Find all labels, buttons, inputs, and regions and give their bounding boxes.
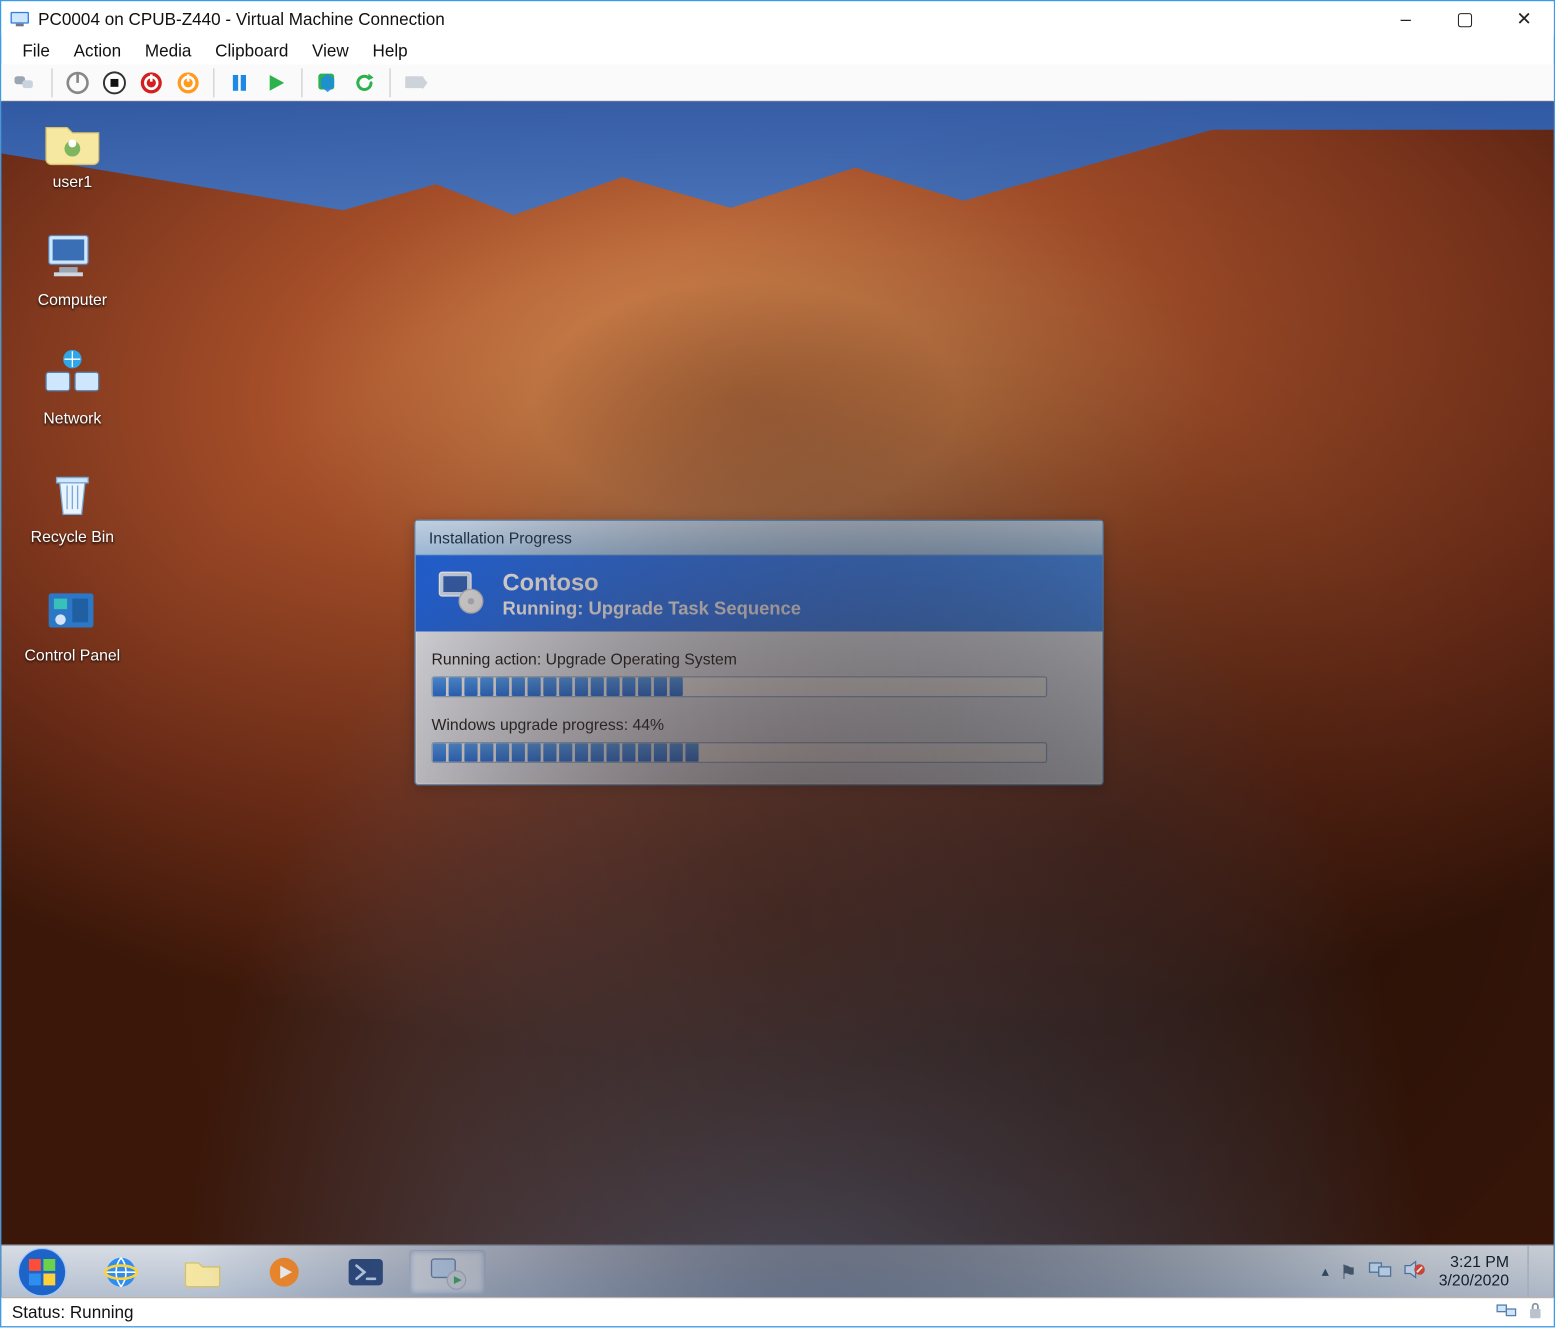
menu-file[interactable]: File <box>12 39 61 61</box>
dialog-banner: Contoso Running: Upgrade Task Sequence <box>416 555 1103 631</box>
desktop-icon-label: Recycle Bin <box>31 528 114 546</box>
tray-actioncenter-icon[interactable]: ⚑ <box>1339 1260 1357 1284</box>
checkpoint-icon[interactable] <box>310 66 344 98</box>
share-icon[interactable] <box>399 66 433 98</box>
toolbar <box>1 64 1553 101</box>
taskbar-explorer[interactable] <box>164 1249 240 1294</box>
controlpanel-icon <box>41 583 104 641</box>
power-icon[interactable] <box>171 66 205 98</box>
statusbar-lock-icon <box>1527 1301 1543 1323</box>
pause-icon[interactable] <box>222 66 256 98</box>
tray-up-icon[interactable]: ▴ <box>1322 1263 1329 1280</box>
installation-progress-dialog: Installation Progress Contoso Running: U… <box>414 520 1103 786</box>
action-progress-bar <box>432 676 1048 697</box>
tray-network-icon[interactable] <box>1368 1259 1392 1284</box>
revert-icon[interactable] <box>347 66 381 98</box>
banner-sub: Running: Upgrade Task Sequence <box>503 597 801 618</box>
desktop-icon-computer[interactable]: Computer <box>17 228 128 310</box>
desktop-icon-recyclebin[interactable]: Recycle Bin <box>17 464 128 546</box>
statusbar: Status: Running <box>1 1297 1553 1326</box>
taskbar-tasksequence[interactable] <box>409 1249 485 1294</box>
desktop-icon-network[interactable]: Network <box>17 346 128 428</box>
minimize-button[interactable]: – <box>1376 1 1435 35</box>
window-title: PC0004 on CPUB-Z440 - Virtual Machine Co… <box>38 9 445 29</box>
desktop-icon-user1[interactable]: user1 <box>17 109 128 191</box>
turnoff-icon[interactable] <box>61 66 95 98</box>
tray-icons: ▴ ⚑ <box>1322 1259 1426 1284</box>
ctrl-alt-del-icon[interactable] <box>9 66 43 98</box>
app-icon <box>9 8 30 29</box>
taskbar-clock[interactable]: 3:21 PM 3/20/2020 <box>1439 1253 1509 1289</box>
taskbar: ▴ ⚑ 3:21 PM 3/20/2020 <box>1 1245 1553 1298</box>
guest-desktop[interactable]: user1 Computer Network Recycle Bin <box>1 101 1553 1297</box>
folder-user-icon <box>41 109 104 167</box>
titlebar: PC0004 on CPUB-Z440 - Virtual Machine Co… <box>1 1 1553 35</box>
banner-title: Contoso <box>503 569 801 597</box>
menu-help[interactable]: Help <box>362 39 418 61</box>
desktop-icons: user1 Computer Network Recycle Bin <box>17 109 128 664</box>
desktop-icon-controlpanel[interactable]: Control Panel <box>17 583 128 665</box>
taskbar-date: 3/20/2020 <box>1439 1272 1509 1290</box>
upgrade-label: Windows upgrade progress: 44% <box>432 716 1087 734</box>
computer-cd-icon <box>434 564 487 623</box>
desktop-icon-label: Network <box>43 409 101 427</box>
taskbar-mediaplayer[interactable] <box>246 1249 322 1294</box>
desktop-icon-label: user1 <box>53 172 93 190</box>
shutdown-icon[interactable] <box>97 66 131 98</box>
statusbar-nic-icon <box>1496 1301 1517 1323</box>
network-icon <box>41 346 104 404</box>
vm-window: PC0004 on CPUB-Z440 - Virtual Machine Co… <box>0 0 1555 1327</box>
menu-clipboard[interactable]: Clipboard <box>205 39 299 61</box>
menubar: File Action Media Clipboard View Help <box>1 36 1553 65</box>
taskbar-time: 3:21 PM <box>1439 1253 1509 1271</box>
computer-icon <box>41 228 104 286</box>
upgrade-progress-bar <box>432 742 1048 763</box>
start-icon[interactable] <box>259 66 293 98</box>
reset-icon[interactable] <box>134 66 168 98</box>
taskbar-powershell[interactable] <box>328 1249 404 1294</box>
statusbar-text: Status: Running <box>12 1302 134 1322</box>
desktop-icon-label: Computer <box>38 291 107 309</box>
menu-media[interactable]: Media <box>134 39 202 61</box>
close-button[interactable]: ✕ <box>1495 1 1554 35</box>
desktop-icon-label: Control Panel <box>25 646 121 664</box>
menu-view[interactable]: View <box>301 39 359 61</box>
show-desktop-button[interactable] <box>1527 1245 1540 1297</box>
taskbar-ie[interactable] <box>83 1249 159 1294</box>
action-label: Running action: Upgrade Operating System <box>432 650 1087 668</box>
start-button[interactable] <box>7 1245 78 1297</box>
dialog-title[interactable]: Installation Progress <box>416 521 1103 555</box>
tray-volume-muted-icon[interactable] <box>1402 1259 1426 1284</box>
menu-action[interactable]: Action <box>63 39 132 61</box>
maximize-button[interactable]: ▢ <box>1435 1 1494 35</box>
recyclebin-icon <box>41 464 104 522</box>
